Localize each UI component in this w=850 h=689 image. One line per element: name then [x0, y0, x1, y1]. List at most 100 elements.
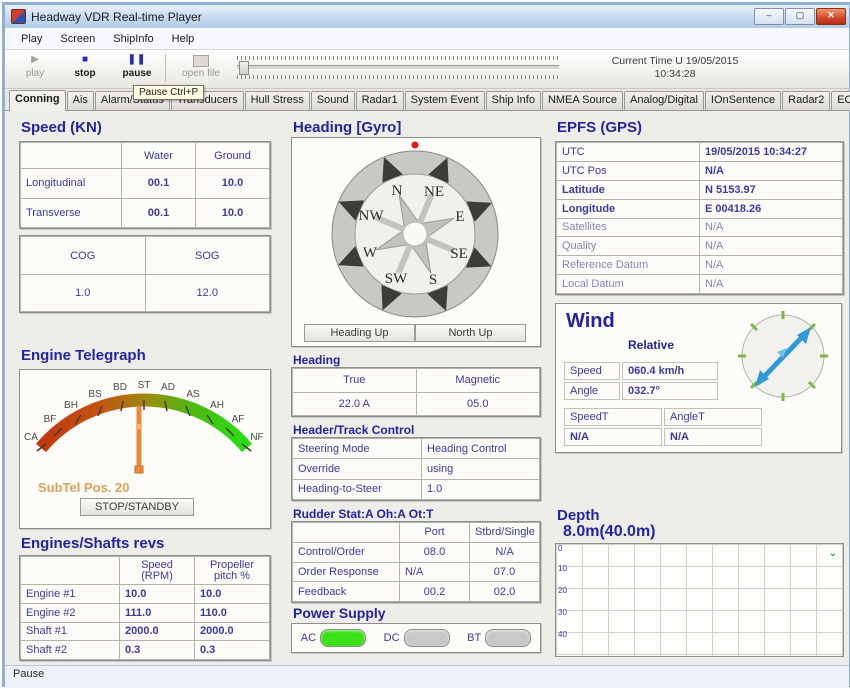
app-window: Headway VDR Real-time Player – ▢ ✕ Play …: [2, 2, 850, 687]
gyro-compass-panel: N NE E SE S SW W NW Heading Up North Up: [291, 137, 541, 347]
svg-text:NW: NW: [359, 208, 385, 224]
maximize-button[interactable]: ▢: [785, 8, 815, 25]
power-panel: AC DC BT: [291, 623, 541, 653]
slider-handle[interactable]: [239, 61, 249, 75]
wind-dial: [735, 308, 831, 404]
play-icon: ▶: [13, 53, 57, 67]
slider-ticks-bottom: [237, 75, 559, 79]
minimize-button[interactable]: –: [754, 8, 784, 25]
playback-slider[interactable]: [237, 56, 559, 82]
epfs-table: UTC19/05/2015 10:34:27 UTC PosN/A Latitu…: [555, 141, 844, 295]
table-row: Shaft #12000.02000.0: [21, 622, 270, 641]
title-bar: Headway VDR Real-time Player – ▢ ✕: [5, 5, 849, 28]
depth-data-mark: ⌄: [829, 548, 837, 559]
table-row: UTC PosN/A: [557, 161, 843, 180]
slider-rail[interactable]: [237, 65, 559, 70]
menu-play[interactable]: Play: [13, 31, 50, 47]
tab-analog-digital[interactable]: Analog/Digital: [624, 91, 704, 110]
wind-speed-label: Speed: [564, 362, 620, 380]
svg-text:SW: SW: [385, 271, 408, 287]
menu-shipinfo[interactable]: ShipInfo: [105, 31, 161, 47]
svg-text:AH: AH: [210, 400, 224, 411]
svg-text:ST: ST: [138, 380, 151, 391]
pause-button[interactable]: ❚❚ pause: [115, 53, 159, 79]
svg-text:AS: AS: [186, 389, 200, 400]
telegraph-needle: [135, 408, 143, 473]
svg-text:NF: NF: [250, 432, 263, 443]
tab-ionsentence[interactable]: IOnSentence: [705, 91, 781, 110]
tab-sound[interactable]: Sound: [311, 91, 355, 110]
table-row: Steering ModeHeading Control: [293, 439, 540, 459]
speed-table: WaterGround Longitudinal00.110.0 Transve…: [19, 141, 271, 229]
wind-anglet-value: N/A: [664, 428, 762, 446]
menu-help[interactable]: Help: [164, 31, 203, 47]
tab-system-event[interactable]: System Event: [405, 91, 485, 110]
telegraph-title: Engine Telegraph: [21, 347, 146, 364]
table-row: Heading-to-Steer1.0: [293, 479, 540, 499]
stop-standby-button[interactable]: STOP/STANDBY: [80, 498, 194, 516]
tab-conning[interactable]: Conning: [9, 90, 66, 111]
tab-hull-stress[interactable]: Hull Stress: [245, 91, 310, 110]
svg-text:SE: SE: [450, 246, 468, 262]
tab-ecdis1[interactable]: ECDIS1: [831, 91, 850, 110]
track-control-table: Steering ModeHeading Control Overrideusi…: [291, 437, 541, 501]
wind-title: Wind: [566, 310, 615, 333]
table-row: QualityN/A: [557, 237, 843, 256]
menu-screen[interactable]: Screen: [52, 31, 103, 47]
table-row: Overrideusing: [293, 459, 540, 479]
menu-bar: Play Screen ShipInfo Help: [5, 28, 849, 50]
svg-text:E: E: [455, 209, 464, 225]
engines-table: Speed (RPM)Propeller pitch % Engine #110…: [19, 555, 271, 661]
wind-speed-value: 060.4 km/h: [622, 362, 718, 380]
heading-up-button[interactable]: Heading Up: [304, 324, 415, 342]
wind-speedt-value: N/A: [564, 428, 662, 446]
wind-panel: Wind Relative Speed 060.: [555, 303, 842, 453]
table-row: Order ResponseN/A07.0: [293, 562, 540, 582]
open-file-button[interactable]: open file: [173, 53, 229, 79]
tab-radar2[interactable]: Radar2: [782, 91, 830, 110]
ac-power-indicator: [320, 629, 366, 647]
svg-text:BD: BD: [113, 382, 127, 393]
rudder-table: PortStbrd/Single Control/Order08.0N/A Or…: [291, 521, 541, 603]
wind-subtitle: Relative: [628, 338, 674, 352]
compass-rose: N NE E SE S SW W NW: [292, 138, 538, 322]
table-row: LatitudeN 5153.97: [557, 180, 843, 199]
svg-text:BF: BF: [44, 414, 57, 425]
track-control-title: Header/Track Control: [293, 423, 414, 437]
pause-tooltip: Pause Ctrl+P: [133, 85, 204, 100]
heading-section-title: Heading: [293, 353, 340, 367]
wind-angle-value: 032.7°: [622, 382, 718, 400]
north-up-button[interactable]: North Up: [415, 324, 526, 342]
table-row: Transverse00.110.0: [21, 198, 270, 228]
toolbar-separator: [165, 54, 166, 82]
svg-text:AD: AD: [161, 382, 175, 393]
engines-title: Engines/Shafts revs: [21, 535, 164, 552]
table-row: Longitudinal00.110.0: [21, 169, 270, 199]
table-row: Engine #2111.0110.0: [21, 603, 270, 622]
open-file-icon: [193, 55, 209, 67]
app-icon: [11, 9, 26, 24]
play-button[interactable]: ▶ play: [13, 53, 57, 79]
close-button[interactable]: ✕: [816, 8, 846, 25]
table-row: Local DatumN/A: [557, 275, 843, 294]
gyro-title: Heading [Gyro]: [293, 119, 401, 136]
tab-ais[interactable]: Ais: [67, 91, 94, 110]
status-text: Pause: [13, 668, 44, 680]
table-row: Feedback00.202.0: [293, 582, 540, 602]
depth-chart: 0 10 20 30 40 ⌄: [555, 543, 844, 657]
current-time: Current Time U 19/05/2015 10:34:28: [590, 55, 760, 81]
table-row: Reference DatumN/A: [557, 256, 843, 275]
tab-nmea-source[interactable]: NMEA Source: [542, 91, 623, 110]
svg-text:NE: NE: [424, 184, 444, 200]
stop-button[interactable]: ■ stop: [63, 53, 107, 79]
lubber-line-dot: [412, 142, 419, 149]
tab-ship-info[interactable]: Ship Info: [486, 91, 541, 110]
tab-radar1[interactable]: Radar1: [356, 91, 404, 110]
table-row: UTC19/05/2015 10:34:27: [557, 143, 843, 162]
table-row: Control/Order08.0N/A: [293, 542, 540, 562]
table-row: Shaft #20.30.3: [21, 641, 270, 660]
tab-bar: Conning Ais Alarm/Status Transducers Hul…: [5, 89, 849, 111]
wind-angle-label: Angle: [564, 382, 620, 400]
dc-power-indicator: [404, 629, 450, 647]
epfs-title: EPFS (GPS): [557, 119, 642, 136]
